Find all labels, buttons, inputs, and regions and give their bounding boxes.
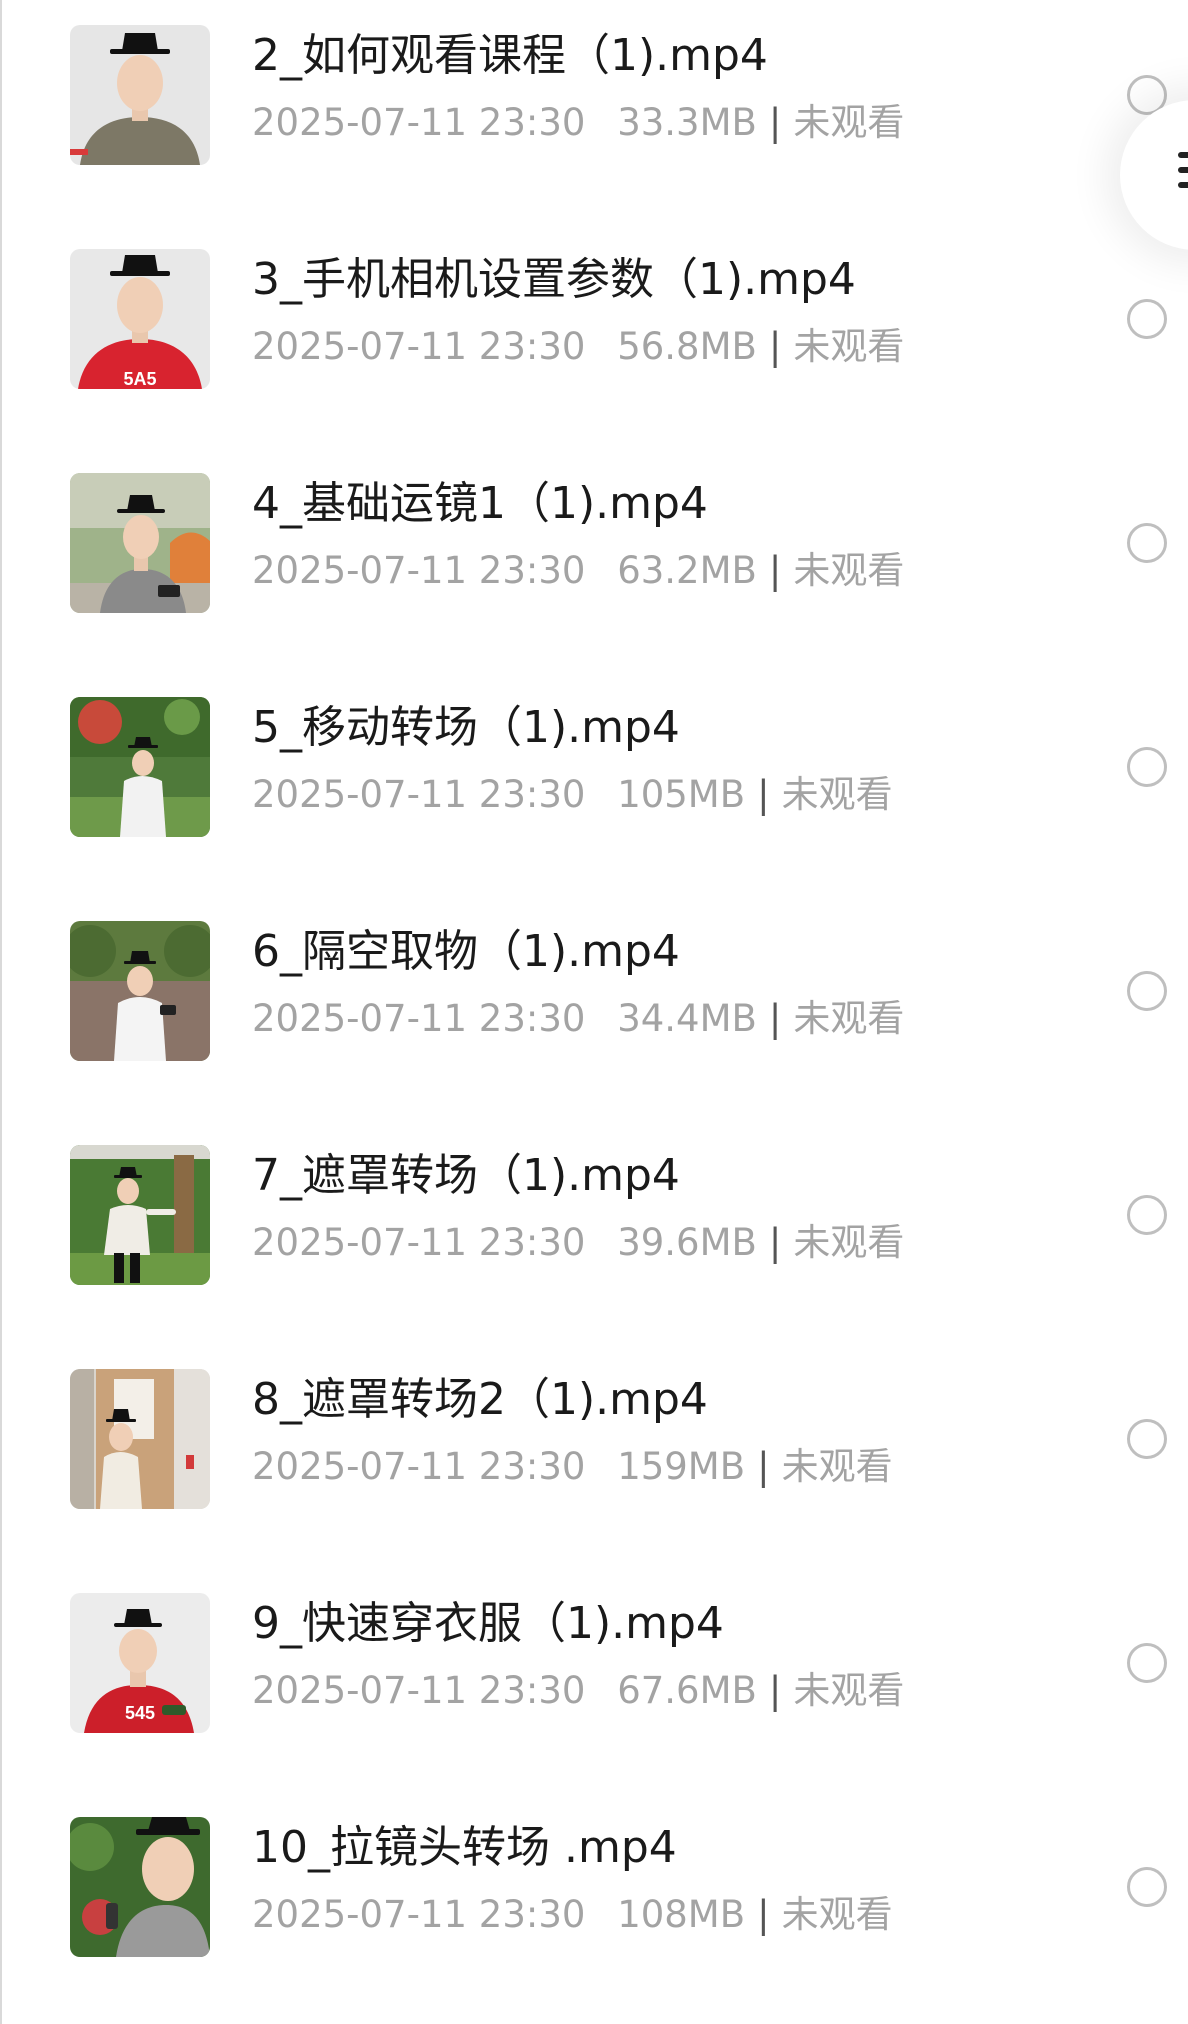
- video-thumbnail[interactable]: [70, 697, 210, 837]
- file-size: 63.2MB: [617, 549, 757, 592]
- watch-status: 未观看: [793, 1221, 905, 1264]
- file-size: 39.6MB: [617, 1221, 757, 1264]
- video-thumbnail[interactable]: 545: [70, 1593, 210, 1733]
- video-thumbnail[interactable]: [70, 25, 210, 165]
- file-name: 4_基础运镜1（1).mp4: [252, 478, 708, 529]
- meta-separator: |: [768, 1221, 782, 1264]
- file-time: 2025-07-11 23:30: [252, 1445, 586, 1488]
- file-size: 105MB: [617, 773, 746, 816]
- file-time: 2025-07-11 23:30: [252, 1221, 586, 1264]
- file-size: 108MB: [617, 1893, 746, 1936]
- list-item[interactable]: 7_遮罩转场（1).mp4 2025-07-11 23:30 39.6MB | 未观…: [0, 1120, 1188, 1344]
- watch-status: 未观看: [781, 773, 893, 816]
- thumbnail-image: [70, 921, 210, 1061]
- file-meta: 2025-07-11 23:30 56.8MB | 未观看: [252, 324, 904, 370]
- file-name: 9_快速穿衣服（1).mp4: [252, 1598, 724, 1649]
- thumbnail-image: 545: [70, 1593, 210, 1733]
- file-time: 2025-07-11 23:30: [252, 1669, 586, 1712]
- video-thumbnail[interactable]: [70, 921, 210, 1061]
- list-item[interactable]: 5_移动转场（1).mp4 2025-07-11 23:30 105MB | 未观看: [0, 672, 1188, 896]
- file-size: 56.8MB: [617, 325, 757, 368]
- meta-separator: |: [757, 1893, 770, 1936]
- video-thumbnail[interactable]: [70, 1817, 210, 1957]
- watch-status: 未观看: [781, 1445, 893, 1488]
- watch-status: 未观看: [781, 1893, 893, 1936]
- meta-separator: |: [768, 997, 782, 1040]
- file-time: 2025-07-11 23:30: [252, 773, 586, 816]
- select-radio-icon[interactable]: [1127, 747, 1167, 787]
- file-name: 3_手机相机设置参数（1).mp4: [252, 254, 856, 305]
- watch-status: 未观看: [793, 1669, 905, 1712]
- list-item[interactable]: 4_基础运镜1（1).mp4 2025-07-11 23:30 63.2MB | 未…: [0, 448, 1188, 672]
- select-radio-icon[interactable]: [1127, 971, 1167, 1011]
- svg-text:545: 545: [125, 1703, 155, 1723]
- file-meta: 2025-07-11 23:30 34.4MB | 未观看: [252, 996, 904, 1042]
- file-name: 2_如何观看课程（1).mp4: [252, 30, 768, 81]
- select-radio-icon[interactable]: [1127, 1643, 1167, 1683]
- file-size: 67.6MB: [617, 1669, 757, 1712]
- watch-status: 未观看: [793, 997, 905, 1040]
- file-meta: 2025-07-11 23:30 33.3MB | 未观看: [252, 100, 904, 146]
- meta-separator: |: [757, 1445, 770, 1488]
- select-radio-icon[interactable]: [1127, 1419, 1167, 1459]
- file-time: 2025-07-11 23:30: [252, 549, 586, 592]
- thumbnail-image: [70, 1369, 210, 1509]
- list-item[interactable]: 2_如何观看课程（1).mp4 2025-07-11 23:30 33.3MB |…: [0, 0, 1188, 224]
- file-name: 10_拉镜头转场 .mp4: [252, 1822, 677, 1873]
- list-item[interactable]: 545 9_快速穿衣服（1).mp4 2025-07-11 23:30 67.6…: [0, 1568, 1188, 1792]
- list-item[interactable]: 10_拉镜头转场 .mp4 2025-07-11 23:30 108MB | 未观看: [0, 1792, 1188, 2016]
- file-meta: 2025-07-11 23:30 108MB | 未观看: [252, 1892, 893, 1938]
- menu-icon: [1178, 152, 1188, 197]
- meta-separator: |: [768, 1669, 782, 1712]
- file-name: 6_隔空取物（1).mp4: [252, 926, 680, 977]
- watch-status: 未观看: [793, 549, 905, 592]
- file-time: 2025-07-11 23:30: [252, 101, 586, 144]
- thumbnail-image: [70, 697, 210, 837]
- file-list-page: 2_如何观看课程（1).mp4 2025-07-11 23:30 33.3MB |…: [0, 0, 1188, 2024]
- video-thumbnail[interactable]: [70, 1145, 210, 1285]
- list-item[interactable]: 8_遮罩转场2（1).mp4 2025-07-11 23:30 159MB | 未观…: [0, 1344, 1188, 1568]
- meta-separator: |: [768, 101, 782, 144]
- file-meta: 2025-07-11 23:30 67.6MB | 未观看: [252, 1668, 904, 1714]
- meta-separator: |: [757, 773, 770, 816]
- file-time: 2025-07-11 23:30: [252, 997, 586, 1040]
- file-meta: 2025-07-11 23:30 105MB | 未观看: [252, 772, 893, 818]
- file-size: 159MB: [617, 1445, 746, 1488]
- watch-status: 未观看: [793, 101, 905, 144]
- watch-status: 未观看: [793, 325, 905, 368]
- video-thumbnail[interactable]: [70, 1369, 210, 1509]
- file-name: 7_遮罩转场（1).mp4: [252, 1150, 680, 1201]
- meta-separator: |: [768, 325, 782, 368]
- meta-separator: |: [768, 549, 782, 592]
- thumbnail-image: 5A5: [70, 249, 210, 389]
- video-thumbnail[interactable]: [70, 473, 210, 613]
- select-radio-icon[interactable]: [1127, 1867, 1167, 1907]
- select-radio-icon[interactable]: [1127, 1195, 1167, 1235]
- thumbnail-image: [70, 1145, 210, 1285]
- file-time: 2025-07-11 23:30: [252, 325, 586, 368]
- file-name: 8_遮罩转场2（1).mp4: [252, 1374, 708, 1425]
- thumbnail-image: [70, 1817, 210, 1957]
- file-time: 2025-07-11 23:30: [252, 1893, 586, 1936]
- file-meta: 2025-07-11 23:30 63.2MB | 未观看: [252, 548, 904, 594]
- select-radio-icon[interactable]: [1127, 299, 1167, 339]
- file-size: 33.3MB: [617, 101, 757, 144]
- thumbnail-image: [70, 473, 210, 613]
- file-size: 34.4MB: [617, 997, 757, 1040]
- file-name: 5_移动转场（1).mp4: [252, 702, 680, 753]
- list-item[interactable]: 5A5 3_手机相机设置参数（1).mp4 2025-07-11 23:30 5…: [0, 224, 1188, 448]
- file-meta: 2025-07-11 23:30 39.6MB | 未观看: [252, 1220, 904, 1266]
- list-item[interactable]: 6_隔空取物（1).mp4 2025-07-11 23:30 34.4MB | 未观…: [0, 896, 1188, 1120]
- video-thumbnail[interactable]: 5A5: [70, 249, 210, 389]
- thumbnail-image: [70, 25, 210, 165]
- file-meta: 2025-07-11 23:30 159MB | 未观看: [252, 1444, 893, 1490]
- svg-text:5A5: 5A5: [123, 369, 156, 389]
- select-radio-icon[interactable]: [1127, 523, 1167, 563]
